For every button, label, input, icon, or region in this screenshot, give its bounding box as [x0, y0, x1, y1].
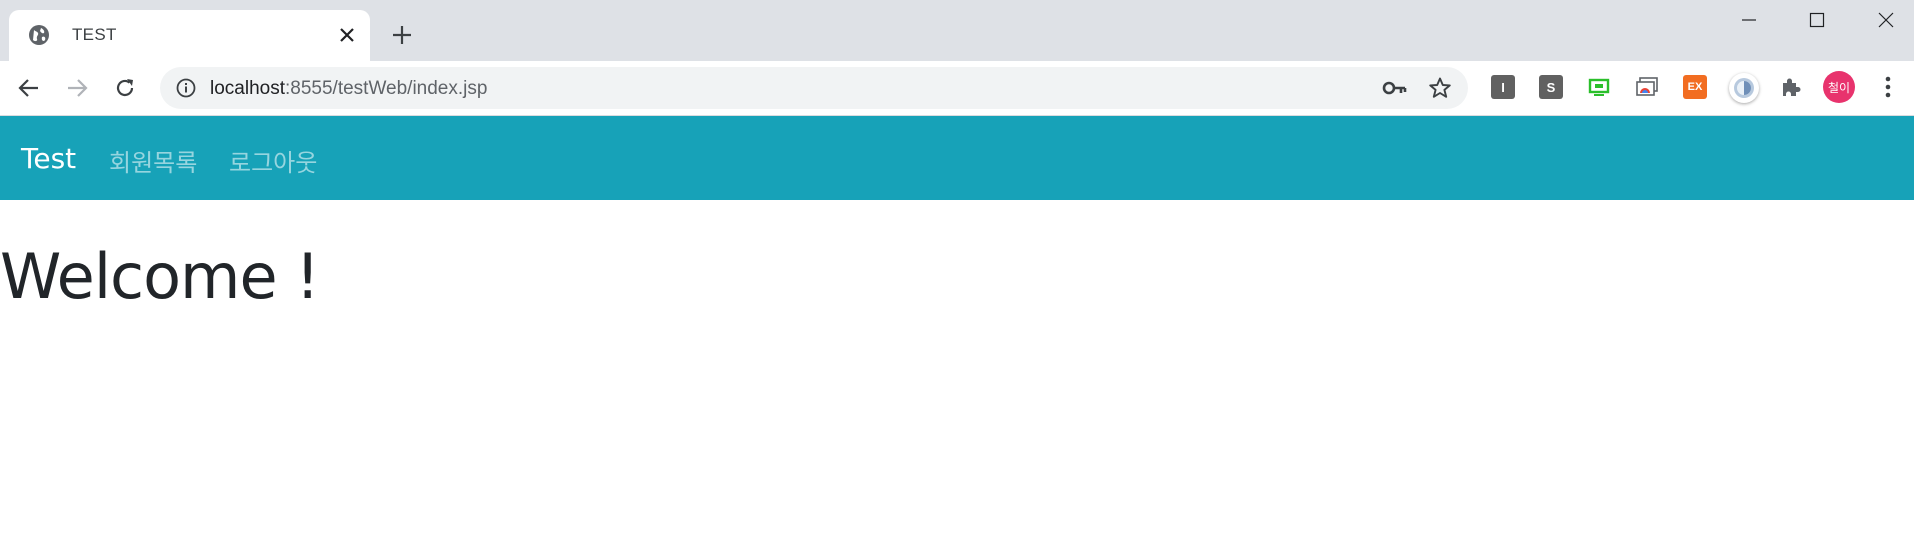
nav-link-logout[interactable]: 로그아웃	[229, 143, 317, 178]
profile-avatar[interactable]: 철이	[1823, 71, 1855, 103]
nav-link-member-list[interactable]: 회원목록	[109, 143, 197, 178]
url-host: localhost	[210, 78, 285, 99]
minimize-icon[interactable]	[1734, 8, 1764, 32]
browser-toolbar: localhost:8555/testWeb/index.jsp I S EX	[0, 61, 1914, 116]
plus-icon[interactable]	[389, 22, 415, 48]
more-vert-icon[interactable]	[1876, 75, 1900, 99]
address-bar[interactable]: localhost:8555/testWeb/index.jsp	[160, 67, 1468, 109]
extension-s-icon[interactable]: S	[1539, 75, 1563, 99]
forward-arrow-icon[interactable]	[64, 75, 90, 101]
extension-i-icon[interactable]: I	[1491, 75, 1515, 99]
reload-icon[interactable]	[112, 75, 138, 101]
window-extension-icon[interactable]	[1635, 75, 1659, 99]
url-path: :8555/testWeb/index.jsp	[285, 78, 488, 99]
puzzle-icon[interactable]	[1779, 75, 1803, 99]
extension-ex-icon[interactable]: EX	[1683, 75, 1707, 99]
back-arrow-icon[interactable]	[16, 75, 42, 101]
site-navbar: Test 회원목록 로그아웃	[0, 116, 1914, 200]
tab-strip: TEST	[0, 0, 1914, 61]
screen-extension-icon[interactable]	[1587, 75, 1611, 99]
globe-icon	[28, 24, 50, 46]
info-icon[interactable]	[176, 78, 196, 98]
page-heading: Welcome !	[0, 240, 320, 313]
star-icon[interactable]	[1428, 76, 1452, 100]
browser-tab[interactable]: TEST	[9, 10, 370, 61]
close-window-icon[interactable]	[1871, 8, 1901, 32]
navbar-brand[interactable]: Test	[21, 142, 76, 175]
url-text[interactable]: localhost:8555/testWeb/index.jsp	[210, 78, 487, 100]
circle-extension-icon[interactable]	[1729, 73, 1759, 103]
key-icon[interactable]	[1382, 78, 1408, 98]
tab-title: TEST	[72, 25, 117, 44]
close-icon[interactable]	[336, 24, 358, 46]
maximize-icon[interactable]	[1802, 8, 1832, 32]
